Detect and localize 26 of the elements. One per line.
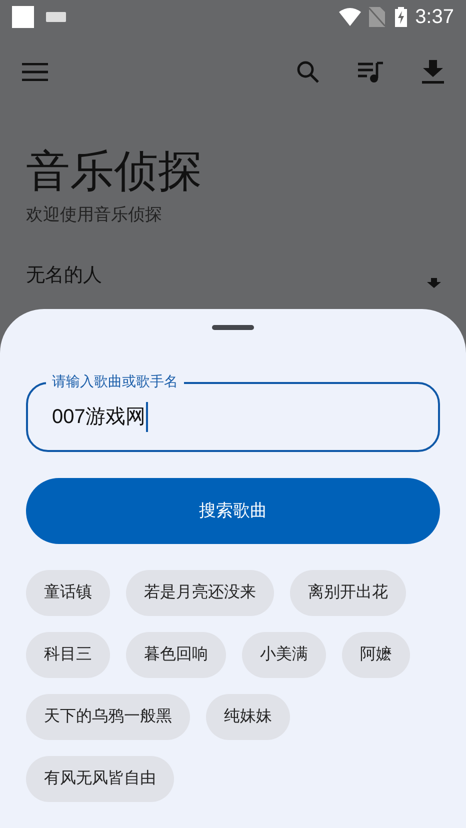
notification-icon	[12, 6, 34, 28]
suggestion-chip[interactable]: 若是月亮还没来	[126, 570, 274, 616]
drag-handle[interactable]	[212, 325, 254, 330]
search-icon[interactable]	[296, 60, 320, 84]
menu-icon[interactable]	[22, 63, 48, 81]
suggestion-chip[interactable]: 科目三	[26, 632, 110, 678]
clock-time: 3:37	[415, 5, 454, 30]
playlist-music-icon[interactable]	[358, 61, 384, 83]
download-icon[interactable]	[422, 60, 444, 84]
suggestion-chip[interactable]: 小美满	[242, 632, 326, 678]
wifi-icon	[339, 8, 362, 26]
download-icon[interactable]	[426, 278, 442, 288]
suggestion-chip[interactable]: 纯妹妹	[206, 694, 290, 740]
search-button[interactable]: 搜索歌曲	[26, 478, 440, 544]
search-field-label: 请输入歌曲或歌手名	[46, 372, 184, 390]
suggestion-chip[interactable]: 天下的乌鸦一般黑	[26, 694, 190, 740]
suggestion-chip[interactable]: 童话镇	[26, 570, 110, 616]
suggestion-chip[interactable]: 离别开出花	[290, 570, 406, 616]
suggestion-chip[interactable]: 阿嬷	[342, 632, 410, 678]
app-subtitle: 欢迎使用音乐侦探	[26, 204, 163, 226]
app-title: 音乐侦探	[26, 146, 203, 198]
battery-charging-icon	[395, 7, 408, 27]
no-sim-icon	[369, 7, 386, 27]
suggestion-chip[interactable]: 有风无风皆自由	[26, 756, 174, 802]
suggestion-chip[interactable]: 暮色回响	[126, 632, 226, 678]
keyboard-icon	[46, 12, 66, 22]
